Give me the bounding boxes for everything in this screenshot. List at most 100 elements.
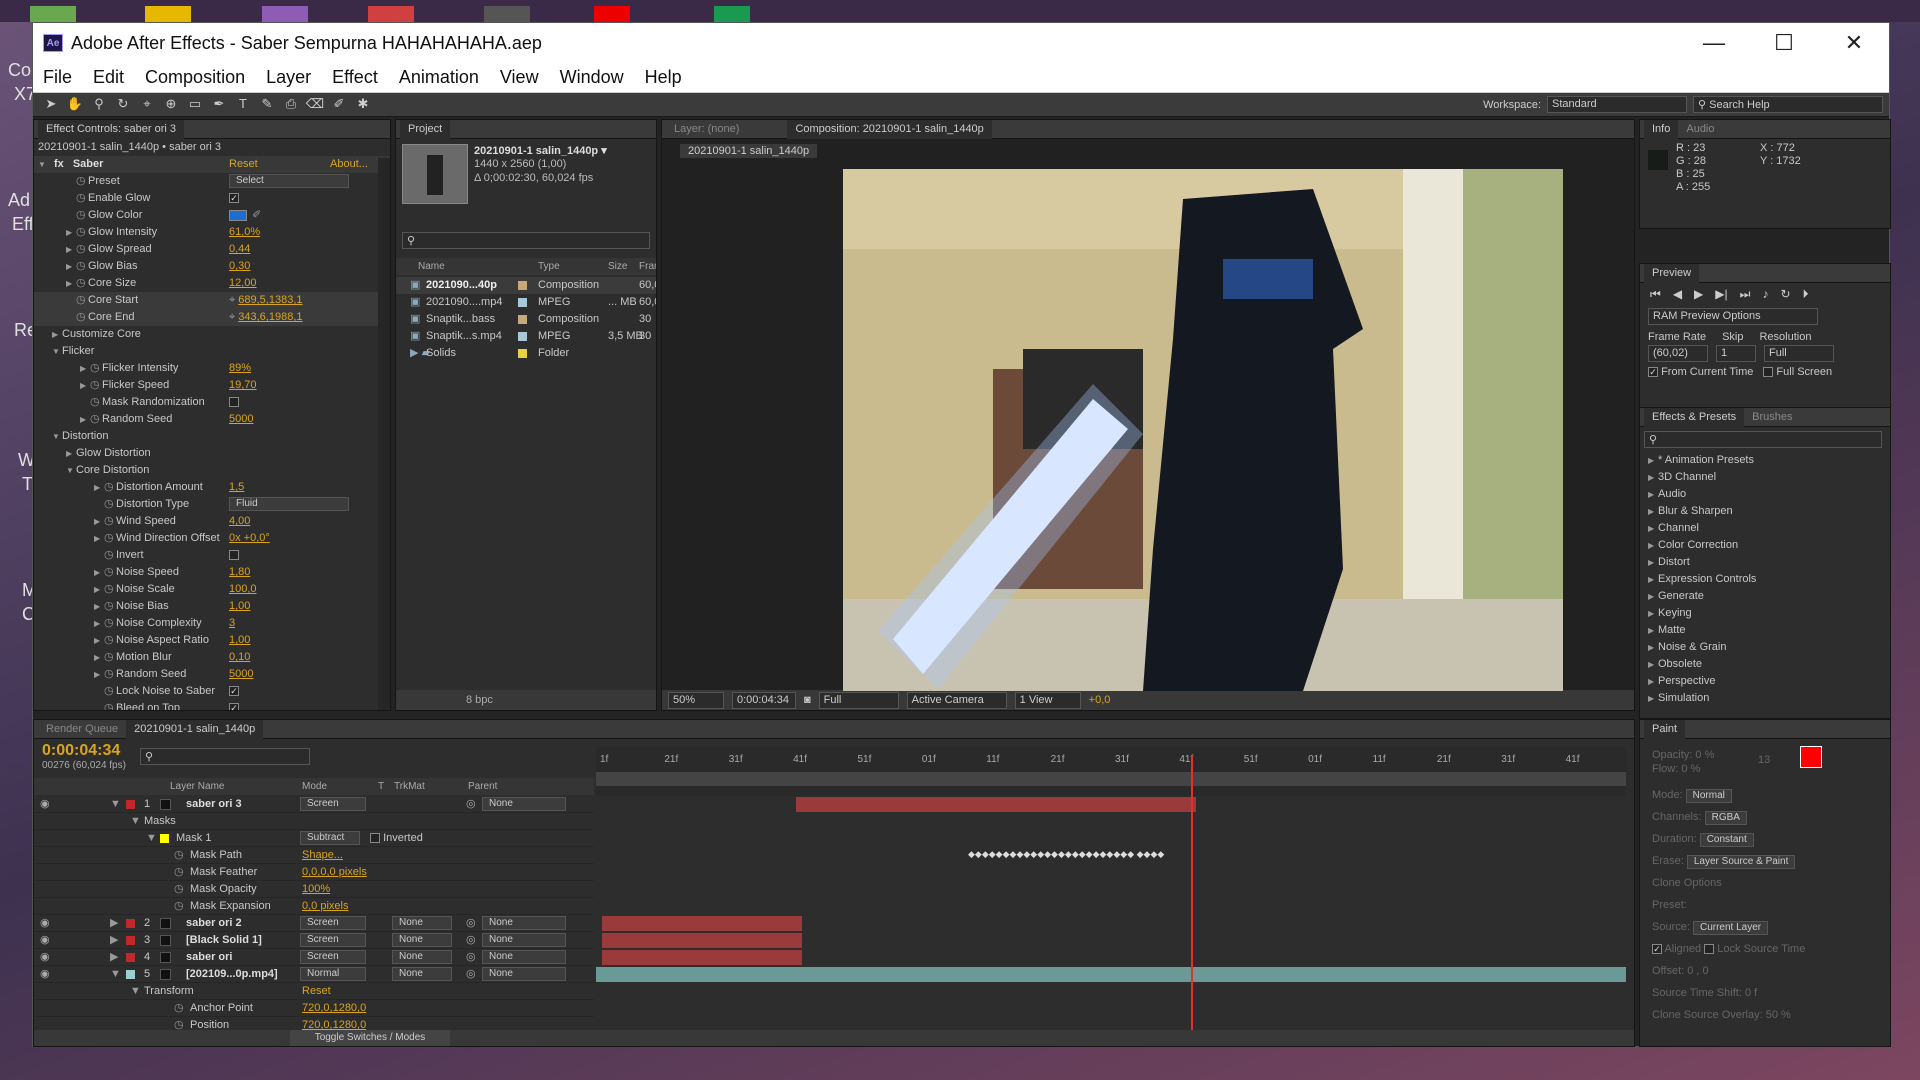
- effects-category-item[interactable]: ▶ Blur & Sharpen: [1640, 503, 1890, 520]
- effect-property-row[interactable]: ◷ Distortion Type Fluid: [34, 496, 390, 513]
- twirl-icon[interactable]: ▼: [52, 343, 62, 360]
- views-select[interactable]: 1 View: [1014, 691, 1081, 709]
- effect-scrollbar[interactable]: [378, 158, 390, 710]
- mask-mode-select[interactable]: Subtract: [300, 831, 360, 845]
- stopwatch-icon[interactable]: ◷: [76, 207, 86, 224]
- label-color-swatch[interactable]: [518, 298, 527, 307]
- stopwatch-icon[interactable]: ◷: [76, 224, 86, 241]
- desktop-icon[interactable]: [145, 6, 191, 22]
- framerate-select[interactable]: (60,02): [1648, 345, 1708, 362]
- layer-property-row[interactable]: ◷ Mask Feather 0,0,0,0 pixels: [34, 864, 594, 881]
- layer-mode-select[interactable]: Screen: [300, 916, 366, 930]
- property-value[interactable]: 1,00: [229, 632, 250, 649]
- effect-property-row[interactable]: ▶ ◷ Glow Bias 0,30: [34, 258, 390, 275]
- effects-category-item[interactable]: ▶ Obsolete: [1640, 656, 1890, 673]
- about-link[interactable]: About...: [330, 156, 368, 173]
- tab-brushes[interactable]: Brushes: [1744, 408, 1800, 427]
- col-framerate[interactable]: Frame R...: [639, 258, 656, 275]
- project-item-row[interactable]: ▶ ▰ Solids Folder: [396, 345, 656, 362]
- clone-source-select[interactable]: Current Layer: [1692, 921, 1769, 935]
- property-value[interactable]: 100,0: [229, 581, 257, 598]
- visibility-eye-icon[interactable]: ◉: [40, 915, 50, 932]
- snapshot-icon[interactable]: ◙: [804, 694, 811, 706]
- twirl-icon[interactable]: ▶: [80, 360, 90, 377]
- effect-property-row[interactable]: ▶ ◷ Random Seed 5000: [34, 666, 390, 683]
- clone-stamp-tool-icon[interactable]: ⎙: [281, 96, 301, 114]
- stopwatch-icon[interactable]: ◷: [76, 190, 86, 207]
- layer-name[interactable]: saber ori 3: [186, 796, 242, 813]
- loop-icon[interactable]: ↻: [1780, 287, 1790, 302]
- effect-property-row[interactable]: ◷ Core Start ⌖ 689,5,1383,1: [34, 292, 390, 309]
- property-value[interactable]: 0,0,0,0 pixels: [302, 864, 367, 881]
- menu-effect[interactable]: Effect: [332, 67, 378, 88]
- desktop-icon[interactable]: [262, 6, 308, 22]
- effect-property-row[interactable]: ◷ Glow Color ✐: [34, 207, 390, 224]
- layer-row[interactable]: ◉ ▶ 4 saber ori Screen None ◎ None: [34, 949, 594, 966]
- effect-property-row[interactable]: ▶ ◷ Glow Intensity 61,0%: [34, 224, 390, 241]
- trkmat-select[interactable]: None: [392, 916, 452, 930]
- layer-property-row[interactable]: ◷ Mask Expansion 0,0 pixels: [34, 898, 594, 915]
- twirl-icon[interactable]: ▶: [66, 258, 76, 275]
- layer-label-color[interactable]: [126, 953, 135, 962]
- twirl-icon[interactable]: ▶: [94, 649, 104, 666]
- col-t[interactable]: T: [378, 778, 384, 795]
- property-checkbox[interactable]: [229, 550, 239, 560]
- project-search-input[interactable]: ⚲: [402, 232, 650, 249]
- stopwatch-icon[interactable]: ◷: [174, 898, 184, 915]
- layer-duration-bar[interactable]: [602, 916, 802, 931]
- desktop-icon[interactable]: [714, 6, 750, 22]
- twirl-icon[interactable]: ▶: [80, 411, 90, 428]
- property-value[interactable]: 0x +0,0°: [229, 530, 270, 547]
- property-value[interactable]: 61,0%: [229, 224, 260, 241]
- property-value[interactable]: 1,80: [229, 564, 250, 581]
- tab-effects-presets[interactable]: Effects & Presets: [1644, 408, 1745, 427]
- ram-preview-icon[interactable]: ⏵: [1803, 287, 1809, 302]
- property-value[interactable]: 0,0 pixels: [302, 898, 348, 915]
- twirl-icon[interactable]: ▶: [110, 949, 118, 966]
- rotate-tool-icon[interactable]: ↻: [113, 96, 133, 114]
- from-current-checkbox[interactable]: ✓ From Current Time: [1648, 366, 1753, 378]
- layer-property-row[interactable]: ◷ Mask Path Shape...: [34, 847, 594, 864]
- property-checkbox[interactable]: [229, 397, 239, 407]
- twirl-icon[interactable]: ▶: [66, 224, 76, 241]
- effect-property-row[interactable]: ▶ ◷ Noise Complexity 3: [34, 615, 390, 632]
- resolution-preview-select[interactable]: Full: [1764, 345, 1834, 362]
- tab-composition[interactable]: Composition: 20210901-1 salin_1440p: [787, 120, 992, 139]
- twirl-icon[interactable]: ▶: [94, 666, 104, 683]
- property-value[interactable]: 1,5: [229, 479, 244, 496]
- first-frame-icon[interactable]: ⏮: [1650, 287, 1661, 302]
- twirl-icon[interactable]: ▶: [110, 915, 118, 932]
- property-value[interactable]: 3: [229, 615, 235, 632]
- stopwatch-icon[interactable]: ◷: [104, 479, 114, 496]
- exposure-value[interactable]: +0,0: [1089, 694, 1111, 706]
- paint-opacity[interactable]: Opacity: 0 %: [1652, 748, 1714, 762]
- property-value[interactable]: 5000: [229, 411, 253, 428]
- parent-select[interactable]: None: [482, 950, 566, 964]
- effect-property-row[interactable]: ◷ Mask Randomization: [34, 394, 390, 411]
- clone-source-overlay[interactable]: Clone Source Overlay: 50 %: [1652, 1004, 1805, 1026]
- stopwatch-icon[interactable]: ◷: [76, 258, 86, 275]
- item-name[interactable]: 20210901-1 salin_1440p ▾: [474, 144, 607, 157]
- glow-color-swatch[interactable]: [229, 210, 247, 221]
- col-mode[interactable]: Mode: [302, 778, 327, 795]
- property-value[interactable]: 100%: [302, 881, 330, 898]
- tab-preview[interactable]: Preview: [1644, 264, 1700, 283]
- paint-mode-select[interactable]: Normal: [1685, 789, 1732, 803]
- stopwatch-icon[interactable]: ◷: [174, 847, 184, 864]
- effects-category-item[interactable]: ▶ Generate: [1640, 588, 1890, 605]
- stopwatch-icon[interactable]: ◷: [104, 598, 114, 615]
- twirl-icon[interactable]: ▶: [52, 326, 62, 343]
- tab-timeline-comp[interactable]: 20210901-1 salin_1440p: [126, 720, 264, 739]
- aligned-checkbox[interactable]: ✓ Aligned: [1652, 943, 1701, 955]
- stopwatch-icon[interactable]: ◷: [76, 241, 86, 258]
- menu-window[interactable]: Window: [560, 67, 624, 88]
- menu-edit[interactable]: Edit: [93, 67, 124, 88]
- toggle-switches-button[interactable]: Toggle Switches / Modes: [290, 1030, 450, 1046]
- mask-name[interactable]: Mask 1: [176, 830, 211, 847]
- layer-row[interactable]: ◉ ▶ 3 [Black Solid 1] Screen None ◎ None: [34, 932, 594, 949]
- tab-project[interactable]: Project: [400, 120, 451, 139]
- twirl-icon[interactable]: ▶: [94, 581, 104, 598]
- stopwatch-icon[interactable]: ◷: [76, 309, 86, 326]
- pickwhip-icon[interactable]: ◎: [466, 915, 476, 932]
- stopwatch-icon[interactable]: ◷: [104, 615, 114, 632]
